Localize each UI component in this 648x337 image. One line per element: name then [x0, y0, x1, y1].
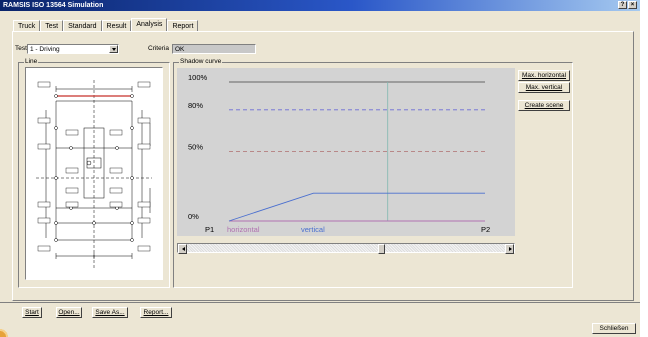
help-button[interactable]: ? — [618, 1, 627, 9]
tab-analysis[interactable]: Analysis — [131, 18, 168, 32]
criteria-value: OK — [175, 46, 185, 53]
test-label: Test — [15, 45, 27, 52]
x-end-label: P2 — [481, 225, 490, 234]
scroll-right-icon[interactable] — [505, 244, 514, 254]
series-line-vertical — [228, 192, 485, 222]
open-button[interactable]: Open... — [56, 307, 82, 318]
legend-vertical: vertical — [301, 225, 325, 234]
line-group-label: Line — [24, 58, 39, 66]
create-scene-button[interactable]: Create scene — [518, 100, 570, 111]
test-select-value: 1 - Driving — [30, 46, 60, 53]
scroll-left-icon[interactable] — [178, 244, 187, 254]
x-start-label: P1 — [205, 225, 214, 234]
close-window-button[interactable]: × — [628, 1, 637, 9]
criteria-field: OK — [172, 44, 256, 54]
close-button[interactable]: Schließen — [592, 323, 636, 334]
line-drawing — [25, 67, 163, 280]
max-vertical-button[interactable]: Max. vertical — [518, 82, 570, 93]
window-title: RAMSIS ISO 13564 Simulation — [3, 2, 104, 9]
criteria-label: Criteria — [148, 45, 169, 52]
corner-logo — [0, 328, 20, 337]
y-tick-label: 50% — [188, 143, 203, 152]
right-margin — [640, 0, 648, 337]
legend-horizontal: horizontal — [227, 225, 260, 234]
shadow-curve-group-label: Shadow curve — [179, 58, 223, 66]
y-tick-label: 80% — [188, 101, 203, 110]
save-as-button[interactable]: Save As... — [92, 307, 128, 318]
chart-scrollbar[interactable] — [177, 243, 515, 254]
test-select[interactable]: 1 - Driving — [27, 44, 119, 54]
chevron-down-icon[interactable] — [109, 45, 118, 53]
vehicle-schematic-image — [36, 80, 152, 268]
shadow-curve-chart: 100% 80% 50% 0% P1 P2 horizontal vertica… — [177, 68, 515, 236]
title-bar: RAMSIS ISO 13564 Simulation ? × — [0, 0, 640, 11]
bottom-separator — [0, 302, 640, 303]
shadow-curve-svg: 100% 80% 50% 0% P1 P2 horizontal vertica… — [188, 73, 490, 234]
start-button[interactable]: Start — [22, 307, 42, 318]
y-tick-label: 100% — [188, 73, 208, 82]
application-window: RAMSIS ISO 13564 Simulation ? × Truck Te… — [0, 0, 640, 337]
y-tick-label: 0% — [188, 212, 199, 221]
scroll-thumb[interactable] — [377, 244, 385, 254]
report-button[interactable]: Report... — [140, 307, 172, 318]
max-horizontal-button[interactable]: Max. horizontal — [518, 70, 570, 81]
